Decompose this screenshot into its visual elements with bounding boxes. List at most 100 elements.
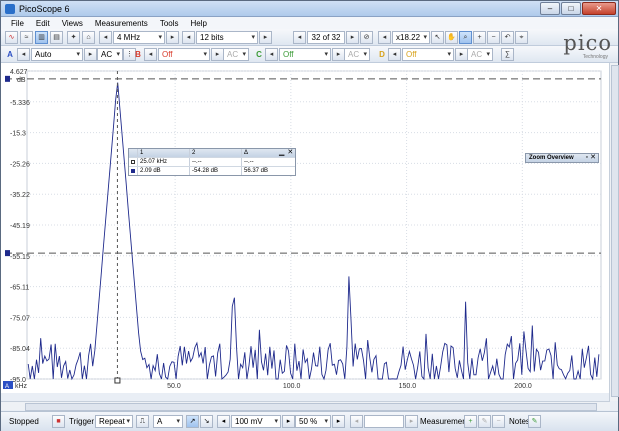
channel-d-range-select[interactable]: Off xyxy=(402,48,454,61)
channel-b-coupling-select[interactable]: AC xyxy=(223,48,249,61)
next-sample-rate-button[interactable]: ▸ xyxy=(166,31,179,44)
x-tick-label: 150.0 xyxy=(399,383,417,390)
trigger-level-up-button[interactable]: ▸ xyxy=(282,415,295,428)
ruler-cell: 56.37 dB xyxy=(244,168,269,174)
menu-file[interactable]: File xyxy=(11,19,24,28)
trigger-mode-select[interactable]: Repeat xyxy=(95,415,133,428)
y-unit-label: dB xyxy=(17,77,26,84)
window-title: PicoScope 6 xyxy=(19,3,70,14)
add-measurement-icon[interactable]: + xyxy=(464,415,477,428)
zoom-overview-close-icon[interactable]: ✕ xyxy=(590,154,596,162)
zoom-out-icon[interactable]: − xyxy=(487,31,500,44)
minimize-button[interactable]: – xyxy=(540,2,560,15)
next-capture-button[interactable]: ▸ xyxy=(346,31,359,44)
ruler-row-amplitude: 2.09 dB -54.28 dB 56.37 dB xyxy=(129,166,295,175)
menu-edit[interactable]: Edit xyxy=(36,19,50,28)
x-axis-channel-label: A xyxy=(5,384,9,390)
x-tick-label: 100.0 xyxy=(283,383,301,390)
ruler-cell: -54.28 dB xyxy=(190,167,242,175)
channel-c-prev-range[interactable]: ◂ xyxy=(265,48,278,61)
zoom-tool-icon[interactable]: ⌕ xyxy=(459,31,472,44)
y-tick-label: -55.15 xyxy=(10,254,30,261)
maximize-button[interactable]: □ xyxy=(561,2,581,15)
math-channels-icon[interactable]: ∑ xyxy=(501,48,514,61)
channel-a-range-select[interactable]: Auto xyxy=(31,48,83,61)
trigger-edge-icon[interactable]: ⎍ xyxy=(136,415,149,428)
prev-capture-button[interactable]: ◂ xyxy=(293,31,306,44)
channel-c-coupling-select[interactable]: AC xyxy=(344,48,370,61)
ruler-legend-minimize-icon[interactable]: ▁ xyxy=(279,149,284,157)
close-button[interactable]: ✕ xyxy=(582,2,616,15)
buffer-overview-icon[interactable]: ⊘ xyxy=(360,31,373,44)
frequency-ruler-handle xyxy=(114,377,121,384)
channel-a-prev-range[interactable]: ◂ xyxy=(17,48,30,61)
zoom-overview-title: Zoom Overview xyxy=(529,155,574,161)
scope-mode-icon[interactable]: ∿ xyxy=(5,31,18,44)
zoom-select[interactable]: x18.22 xyxy=(392,31,430,44)
prev-resolution-button[interactable]: ◂ xyxy=(182,31,195,44)
channel-d-prev-range[interactable]: ◂ xyxy=(388,48,401,61)
resolution-select[interactable]: 12 bits xyxy=(196,31,258,44)
title-bar[interactable]: PicoScope 6 – □ ✕ xyxy=(1,1,618,17)
wand-icon[interactable]: ✦ xyxy=(67,31,80,44)
x-tick-label: 200.0 xyxy=(514,383,532,390)
ruler-row-frequency: 25.07 kHz --.-- --.-- xyxy=(129,157,295,166)
channel-b-prev-range[interactable]: ◂ xyxy=(144,48,157,61)
home-icon[interactable]: ⌂ xyxy=(82,31,95,44)
spectrum-chart[interactable]: 4.627 -5.336 -15.3 -25.26 -35.22 -45.19 -55.15… xyxy=(1,63,609,393)
hand-tool-icon[interactable]: ✋ xyxy=(445,31,458,44)
new-spectrum-view-icon[interactable]: ▤ xyxy=(50,31,63,44)
pretrigger-select[interactable]: 50 % xyxy=(295,415,331,428)
zoom-overview-restore-icon[interactable]: ▫ xyxy=(586,154,588,162)
trigger-channel-select[interactable]: A xyxy=(153,415,183,428)
horizontal-scrollbar[interactable] xyxy=(1,401,610,411)
zoom-to-fit-icon[interactable]: ⌖ xyxy=(515,31,528,44)
spectrum-view[interactable]: 4.627 -5.336 -15.3 -25.26 -35.22 -45.19 -55.15… xyxy=(1,63,609,393)
edit-measurement-icon[interactable]: ✎ xyxy=(478,415,491,428)
y-tick-label: -65.11 xyxy=(10,285,29,292)
channel-b-range-select[interactable]: Off xyxy=(158,48,210,61)
menu-tools[interactable]: Tools xyxy=(160,19,179,28)
channel-c-range-select[interactable]: Off xyxy=(279,48,331,61)
channel-a-coupling-select[interactable]: AC xyxy=(97,48,123,61)
y-tick-label: -5.336 xyxy=(10,100,30,107)
ruler-row-frequency-marker xyxy=(129,158,138,166)
menu-views[interactable]: Views xyxy=(62,19,83,28)
channel-a-next-range[interactable]: ▸ xyxy=(84,48,97,61)
next-resolution-button[interactable]: ▸ xyxy=(259,31,272,44)
ruler-legend-header[interactable]: 1 2 Δ ▁ ✕ xyxy=(129,149,295,157)
menu-help[interactable]: Help xyxy=(191,19,207,28)
capture-index: 32 of 32 xyxy=(307,31,345,44)
prev-zoom-button[interactable]: ◂ xyxy=(378,31,391,44)
delay-up-button[interactable]: ▸ xyxy=(405,415,418,428)
trigger-level-select[interactable]: 100 mV xyxy=(231,415,281,428)
start-stop-icon[interactable]: ■ xyxy=(52,415,65,428)
amplitude-ruler-handle xyxy=(5,75,10,82)
persistence-mode-icon[interactable]: ≈ xyxy=(20,31,33,44)
ruler-legend-table[interactable]: 1 2 Δ ▁ ✕ 25.07 kHz --.-- --.-- 2.09 dB … xyxy=(128,148,296,176)
zoom-overview-panel[interactable]: Zoom Overview ▫ ✕ xyxy=(525,153,599,163)
spectrum-mode-icon[interactable]: ▥ xyxy=(35,31,48,44)
trigger-level-down-button[interactable]: ◂ xyxy=(217,415,230,428)
zoom-in-icon[interactable]: + xyxy=(473,31,486,44)
falling-edge-icon[interactable]: ↘ xyxy=(200,415,213,428)
plot-area xyxy=(26,70,602,380)
trigger-delay-field[interactable] xyxy=(364,415,404,428)
ruler-cell: 2.09 dB xyxy=(138,167,190,175)
prev-sample-rate-button[interactable]: ◂ xyxy=(99,31,112,44)
ruler-cell: 25.07 kHz xyxy=(138,158,190,166)
ruler-legend-close-icon[interactable]: ✕ xyxy=(287,149,293,157)
vertical-scrollbar[interactable] xyxy=(609,63,619,401)
notes-icon[interactable]: ✎ xyxy=(528,415,541,428)
rising-edge-icon[interactable]: ↗ xyxy=(186,415,199,428)
undo-zoom-icon[interactable]: ↶ xyxy=(501,31,514,44)
x-tick-label: 50.0 xyxy=(167,383,181,390)
channel-b-tag: B xyxy=(135,50,141,59)
sample-rate-select[interactable]: 4 MHz xyxy=(113,31,165,44)
delete-measurement-icon[interactable]: − xyxy=(492,415,505,428)
delay-down-button[interactable]: ◂ xyxy=(350,415,363,428)
menu-measurements[interactable]: Measurements xyxy=(95,19,148,28)
pretrigger-up-button[interactable]: ▸ xyxy=(332,415,345,428)
pointer-tool-icon[interactable]: ↖ xyxy=(431,31,444,44)
channel-d-coupling-select[interactable]: AC xyxy=(467,48,493,61)
